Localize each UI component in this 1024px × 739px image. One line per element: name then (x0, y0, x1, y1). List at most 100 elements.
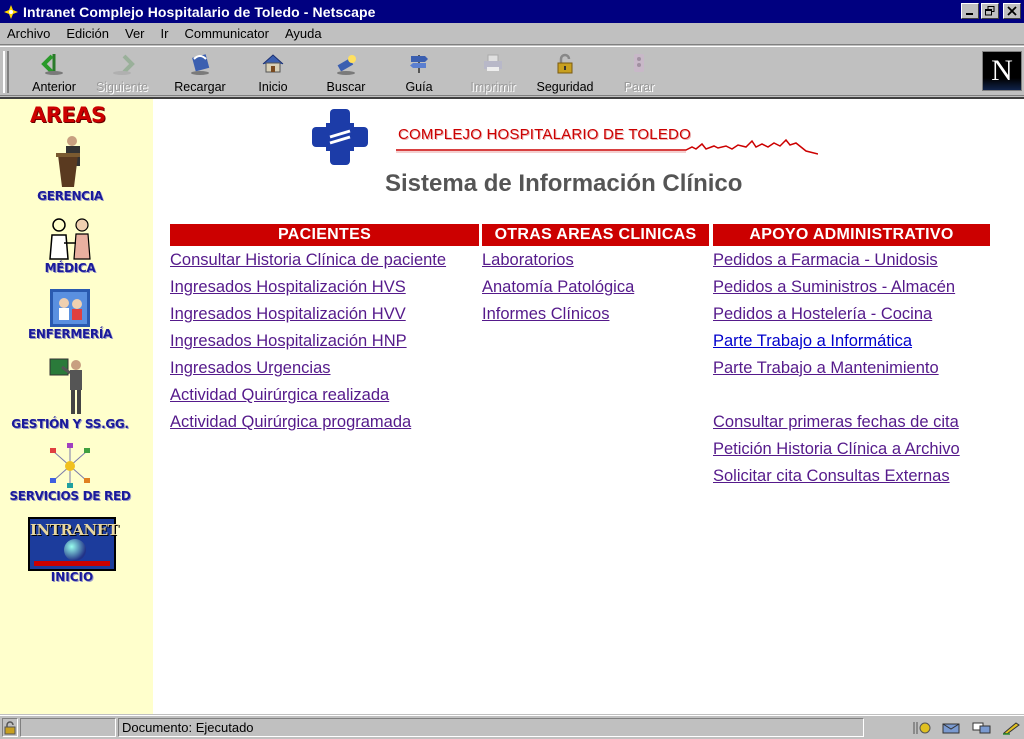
forward-button[interactable]: Siguiente (86, 51, 158, 95)
intranet-logo-text: INTRANET (30, 521, 119, 539)
list-item: Parte Trabajo a Mantenimiento (713, 358, 990, 385)
stop-button[interactable]: Parar (603, 51, 675, 95)
discussion-groups-icon[interactable] (972, 721, 992, 735)
link-informes-clinicos[interactable]: Informes Clínicos (482, 305, 609, 323)
inicio-link[interactable]: INICIO (28, 570, 116, 584)
netscape-logo-letter: N (991, 54, 1013, 87)
list-item: Solicitar cita Consultas Externas (713, 466, 990, 493)
menu-ayuda[interactable]: Ayuda (277, 26, 330, 41)
list-item: Ingresados Hospitalización HVV (170, 304, 479, 331)
nursing-icon (50, 289, 90, 327)
back-arrow-icon (41, 51, 67, 77)
sidebar-item-label: SERVICIOS DE RED (9, 489, 131, 503)
component-bar (912, 718, 1022, 737)
list-item: Parte Trabajo a Informática (713, 331, 990, 358)
menu-ir[interactable]: Ir (153, 26, 177, 41)
netscape-logo[interactable]: N (982, 51, 1022, 91)
link-ingresados-urgencias[interactable]: Ingresados Urgencias (170, 359, 331, 377)
search-flashlight-icon (333, 51, 359, 77)
reload-icon (187, 51, 213, 77)
page-title: Sistema de Información Clínico (385, 170, 743, 197)
link-pedidos-suministros[interactable]: Pedidos a Suministros - Almacén (713, 278, 955, 296)
print-button[interactable]: Imprimir (457, 51, 529, 95)
sidebar-item-medica[interactable]: MÉDICA (0, 217, 140, 275)
search-button[interactable]: Buscar (310, 51, 382, 95)
home-icon (260, 51, 286, 77)
sidebar-item-enfermeria[interactable]: ENFERMERÍA (0, 289, 140, 341)
restore-button[interactable] (981, 3, 999, 19)
link-ingresados-hnp[interactable]: Ingresados Hospitalización HNP (170, 332, 407, 350)
window-controls (961, 3, 1021, 19)
link-peticion-historia[interactable]: Petición Historia Clínica a Archivo (713, 440, 960, 458)
sidebar-item-label: MÉDICA (44, 261, 96, 275)
stop-label: Parar (623, 80, 655, 94)
security-lock-icon[interactable] (2, 718, 18, 737)
mailbox-icon[interactable] (942, 721, 962, 735)
reload-label: Recargar (174, 80, 226, 94)
minimize-button[interactable] (961, 3, 979, 19)
link-pedidos-farmacia[interactable]: Pedidos a Farmacia - Unidosis (713, 251, 938, 269)
banner-stripe (34, 561, 110, 566)
reload-button[interactable]: Recargar (164, 51, 236, 95)
search-label: Buscar (326, 80, 366, 94)
link-actividad-realizada[interactable]: Actividad Quirúrgica realizada (170, 386, 389, 404)
forward-label: Siguiente (95, 80, 149, 94)
network-icon (47, 443, 93, 489)
link-ingresados-hvv[interactable]: Ingresados Hospitalización HVV (170, 305, 406, 323)
link-laboratorios[interactable]: Laboratorios (482, 251, 574, 269)
link-consultar-historia[interactable]: Consultar Historia Clínica de paciente (170, 251, 446, 269)
menu-bar: Archivo Edición Ver Ir Communicator Ayud… (0, 23, 1024, 45)
guide-button[interactable]: Guía (383, 51, 455, 95)
home-label: Inicio (258, 80, 288, 94)
link-parte-mantenimiento[interactable]: Parte Trabajo a Mantenimiento (713, 359, 939, 377)
link-pedidos-hosteleria[interactable]: Pedidos a Hostelería - Cocina (713, 305, 932, 323)
intranet-home-banner[interactable]: INTRANET (28, 517, 119, 571)
menu-edicion[interactable]: Edición (58, 26, 117, 41)
toolbar-grip[interactable] (3, 51, 9, 93)
stop-icon (626, 51, 652, 77)
areas-sidebar: AREAS GERENCIA MÉDICA ENFERMERÍA GESTIÓN… (0, 99, 153, 714)
menu-communicator[interactable]: Communicator (176, 26, 277, 41)
navigation-toolbar: Anterior Siguiente Recargar Inicio Busca… (0, 46, 1024, 96)
list-item: Petición Historia Clínica a Archivo (713, 439, 990, 466)
list-item: Ingresados Hospitalización HVS (170, 277, 479, 304)
doctors-icon (42, 217, 98, 261)
title-bar: Intranet Complejo Hospitalario de Toledo… (0, 0, 1024, 23)
column-apoyo-administrativo: APOYO ADMINISTRATIVO Pedidos a Farmacia … (713, 224, 990, 493)
link-list: Pedidos a Farmacia - Unidosis Pedidos a … (713, 250, 990, 493)
list-item: Ingresados Urgencias (170, 358, 479, 385)
guide-signpost-icon (406, 51, 432, 77)
home-button[interactable]: Inicio (237, 51, 309, 95)
lectern-speaker-icon (50, 133, 90, 189)
link-list: Consultar Historia Clínica de paciente I… (170, 250, 479, 439)
list-item: Ingresados Hospitalización HNP (170, 331, 479, 358)
composer-icon[interactable] (1002, 721, 1022, 735)
link-parte-informatica[interactable]: Parte Trabajo a Informática (713, 332, 912, 350)
status-text: Documento: Ejecutado (118, 718, 864, 737)
window-title: Intranet Complejo Hospitalario de Toledo… (23, 3, 376, 20)
forward-arrow-icon (109, 51, 135, 77)
toledo-skyline (396, 133, 819, 157)
link-cita-consultas[interactable]: Solicitar cita Consultas Externas (713, 467, 950, 485)
list-item: Pedidos a Farmacia - Unidosis (713, 250, 990, 277)
back-label: Anterior (32, 80, 76, 94)
column-header: OTRAS AREAS CLINICAS (482, 224, 709, 246)
back-button[interactable]: Anterior (18, 51, 90, 95)
link-actividad-programada[interactable]: Actividad Quirúrgica programada (170, 413, 411, 431)
link-anatomia-patologica[interactable]: Anatomía Patológica (482, 278, 634, 296)
page-content: AREAS GERENCIA MÉDICA ENFERMERÍA GESTIÓN… (0, 97, 1024, 714)
netscape-app-icon[interactable] (3, 3, 19, 20)
security-button[interactable]: Seguridad (529, 51, 601, 95)
sidebar-item-servicios-red[interactable]: SERVICIOS DE RED (0, 443, 140, 503)
close-button[interactable] (1003, 3, 1021, 19)
link-ingresados-hvs[interactable]: Ingresados Hospitalización HVS (170, 278, 406, 296)
hospital-logo-cross (312, 109, 368, 165)
sidebar-item-gerencia[interactable]: GERENCIA (0, 133, 140, 203)
menu-ver[interactable]: Ver (117, 26, 153, 41)
menu-archivo[interactable]: Archivo (0, 26, 58, 41)
navigator-icon[interactable] (912, 721, 932, 735)
list-spacer (713, 385, 990, 412)
sidebar-item-gestion[interactable]: GESTIÓN Y SS.GG. (0, 357, 140, 431)
print-label: Imprimir (470, 80, 516, 94)
link-primeras-fechas[interactable]: Consultar primeras fechas de cita (713, 413, 959, 431)
